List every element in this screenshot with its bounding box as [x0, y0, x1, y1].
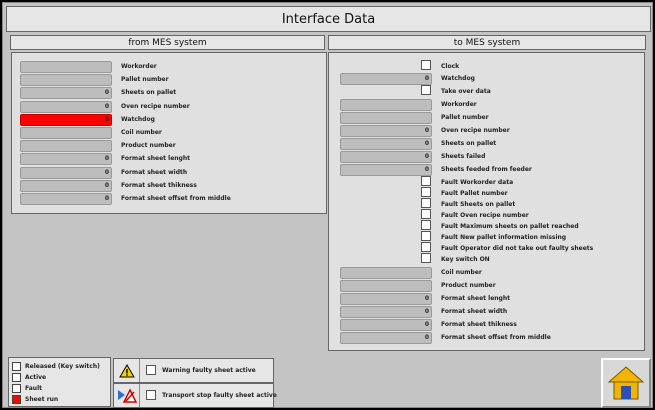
from-field-1 — [20, 74, 112, 87]
to-label-18: Product number — [441, 282, 496, 289]
from-field-5 — [20, 127, 112, 139]
to-label-6: Sheets on pallet — [441, 140, 497, 147]
to-checkbox-15[interactable] — [421, 242, 431, 252]
legend-swatch-1 — [12, 373, 21, 382]
hmi-screen: Interface Data from MES system to MES sy… — [2, 2, 653, 408]
from-field-3: 0 — [20, 100, 112, 113]
from-mes-panel: Workorder Pallet number 0 Sheets on pallet 0… — [11, 52, 327, 214]
from-field-label-8: Format sheet width — [121, 168, 188, 176]
to-label-8: Sheets feeded from feeder — [441, 166, 532, 173]
to-label-20: Format sheet width — [441, 308, 508, 315]
to-label-14: Fault New pallet information missing — [441, 234, 567, 241]
to-field-3 — [340, 99, 432, 111]
to-field-8: 0 — [340, 164, 432, 176]
to-label-19: Format sheet lenght — [441, 295, 510, 302]
to-field-21: 0 — [340, 319, 432, 331]
legend-swatch-3 — [12, 395, 21, 404]
to-label-21: Format sheet thikness — [441, 321, 517, 328]
legend-swatch-2 — [12, 384, 21, 393]
warning-faulty-sheet-box: Warning faulty sheet active — [113, 358, 274, 383]
to-checkbox-2[interactable] — [421, 85, 431, 95]
from-field-6 — [20, 140, 112, 153]
from-field-label-0: Workorder — [121, 63, 157, 70]
legend-swatch-0 — [12, 362, 21, 371]
from-field-4: 0 — [20, 113, 112, 126]
to-field-4 — [340, 112, 432, 124]
to-label-12: Fault Oven recipe number — [441, 212, 529, 219]
to-checkbox-0[interactable] — [421, 60, 431, 70]
from-field-label-6: Product number — [121, 142, 176, 150]
from-field-label-3: Oven recipe number — [121, 102, 190, 110]
to-checkbox-11[interactable] — [421, 198, 431, 208]
from-field-9: 0 — [20, 179, 112, 192]
to-label-7: Sheets failed — [441, 153, 486, 160]
warning-faulty-sheet-label: Warning faulty sheet active — [162, 367, 256, 374]
to-field-22: 0 — [340, 332, 432, 344]
from-field-label-2: Sheets on pallet — [121, 89, 177, 97]
to-label-2: Take over data — [441, 88, 491, 95]
from-field-label-1: Pallet number — [121, 76, 169, 84]
from-field-8: 0 — [20, 166, 112, 179]
status-legend: Released (Key switch) Active Fault Sheet ru… — [8, 357, 111, 407]
legend-label-0: Released (Key switch) — [25, 363, 100, 370]
to-field-18 — [340, 280, 432, 292]
warning-triangle-icon — [114, 359, 140, 382]
to-label-1: Watchdog — [441, 75, 475, 82]
to-mes-header: to MES system — [328, 35, 646, 50]
from-field-10: 0 — [20, 193, 112, 205]
transport-stop-checkbox[interactable] — [146, 390, 156, 400]
transport-stop-box: Transport stop faulty sheet active — [113, 383, 277, 408]
to-field-5: 0 — [340, 125, 432, 137]
legend-label-2: Fault — [25, 385, 42, 392]
to-checkbox-16[interactable] — [421, 253, 431, 263]
to-mes-panel: Clock 0 Watchdog Take over data Workorder Pal… — [328, 52, 645, 351]
from-field-2: 0 — [20, 87, 112, 100]
to-field-17 — [340, 267, 432, 279]
to-label-5: Oven recipe number — [441, 127, 510, 134]
to-field-19: 0 — [340, 293, 432, 305]
to-label-11: Fault Sheets on pallet — [441, 201, 516, 208]
from-mes-header: from MES system — [10, 35, 325, 50]
to-checkbox-12[interactable] — [421, 209, 431, 219]
to-label-22: Format sheet offset from middle — [441, 334, 551, 341]
to-label-0: Clock — [441, 63, 460, 70]
home-button[interactable] — [601, 358, 651, 408]
warning-faulty-sheet-checkbox[interactable] — [146, 365, 156, 375]
from-field-label-5: Coil number — [121, 129, 162, 136]
to-label-10: Fault Pallet number — [441, 190, 508, 197]
to-field-20: 0 — [340, 306, 432, 318]
from-field-label-7: Format sheet lenght — [121, 155, 190, 163]
from-field-7: 0 — [20, 153, 112, 166]
from-field-label-4: Watchdog — [121, 115, 155, 123]
to-checkbox-9[interactable] — [421, 176, 431, 186]
to-label-3: Workorder — [441, 101, 477, 108]
to-label-9: Fault Workorder data — [441, 179, 514, 186]
to-label-16: Key switch ON — [441, 256, 490, 263]
to-label-4: Pallet number — [441, 114, 489, 121]
to-field-6: 0 — [340, 138, 432, 150]
to-checkbox-13[interactable] — [421, 220, 431, 230]
to-label-15: Fault Operator did not take out faulty s… — [441, 245, 594, 252]
to-field-7: 0 — [340, 151, 432, 163]
to-checkbox-14[interactable] — [421, 231, 431, 241]
to-label-17: Coil number — [441, 269, 482, 276]
to-field-1: 0 — [340, 73, 432, 85]
from-field-label-10: Format sheet offset from middle — [121, 195, 231, 202]
page-title: Interface Data — [6, 6, 651, 32]
from-field-label-9: Format sheet thikness — [121, 181, 197, 189]
home-icon — [607, 366, 645, 400]
to-label-13: Fault Maximum sheets on pallet reached — [441, 223, 579, 230]
legend-label-3: Sheet run — [25, 396, 59, 403]
legend-label-1: Active — [25, 374, 47, 381]
transport-stop-icon — [114, 384, 140, 407]
transport-stop-label: Transport stop faulty sheet active — [162, 392, 277, 399]
to-checkbox-10[interactable] — [421, 187, 431, 197]
from-field-0 — [20, 61, 112, 73]
